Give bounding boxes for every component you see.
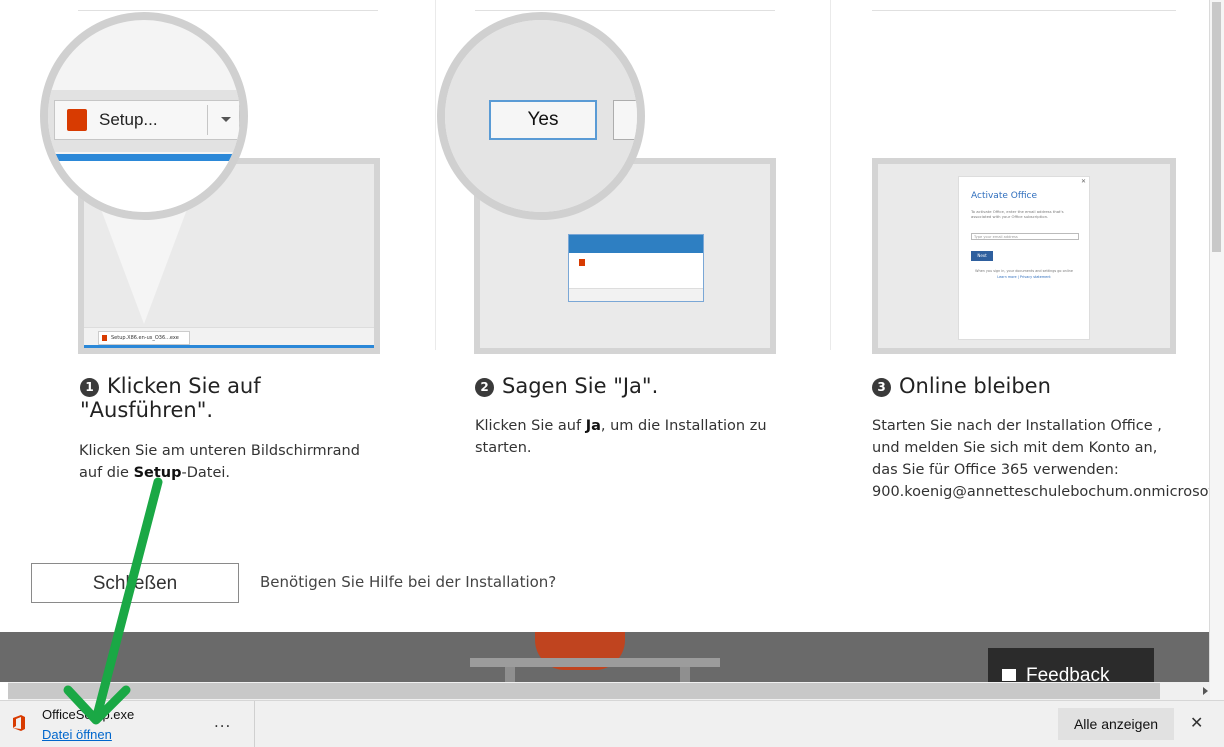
install-dialog: Setup.X86.en-us_O36...exe Setup... 1 Klic… xyxy=(0,0,1211,632)
office-icon xyxy=(13,715,25,731)
illustration-desk xyxy=(470,658,720,667)
illustration-leg xyxy=(505,667,515,682)
download-bar: OfficeSetup.exe Datei öffnen ... Alle an… xyxy=(0,700,1224,747)
zoom-white xyxy=(48,161,240,212)
step-number-badge: 2 xyxy=(475,378,494,397)
step-3-illustration: ✕ Activate Office To activate Office, en… xyxy=(872,158,1176,354)
step-2-title: 2 Sagen Sie "Ja". xyxy=(475,374,658,398)
accent-bar xyxy=(48,154,240,161)
step-title-line: Klicken Sie auf xyxy=(107,374,261,398)
mock-footer: When you sign in, your documents and set… xyxy=(975,269,1073,273)
download-item[interactable]: OfficeSetup.exe Datei öffnen ... xyxy=(0,701,255,747)
bold-text: Ja xyxy=(585,418,601,434)
office-icon xyxy=(67,109,87,131)
uac-dialog-mock xyxy=(568,234,704,302)
mock-title: Activate Office xyxy=(971,191,1038,201)
scrollbar-thumb[interactable] xyxy=(1212,2,1221,252)
show-all-button[interactable]: Alle anzeigen xyxy=(1058,708,1174,740)
bold-text: Setup xyxy=(133,465,182,481)
taskbar-file-label: Setup.X86.en-us_O36...exe xyxy=(111,335,179,341)
close-icon[interactable]: ✕ xyxy=(1190,713,1203,732)
office-icon xyxy=(102,335,107,341)
step-number-badge: 3 xyxy=(872,378,891,397)
mock-email-input: Type your email address xyxy=(971,233,1079,240)
illustration-leg xyxy=(680,667,690,682)
open-file-link[interactable]: Datei öffnen xyxy=(42,727,112,742)
divider xyxy=(78,10,378,11)
mock-links: Learn more | Privacy statement xyxy=(997,275,1051,279)
activate-office-mock: ✕ Activate Office To activate Office, en… xyxy=(958,176,1090,340)
step-title-line: Online bleiben xyxy=(899,374,1051,398)
step-number-badge: 1 xyxy=(80,378,99,397)
divider xyxy=(830,0,831,350)
zoom-circle: Yes xyxy=(437,12,645,220)
divider xyxy=(435,0,436,350)
step-title-line: Sagen Sie "Ja". xyxy=(502,374,659,398)
setup-button-mock: Setup... xyxy=(54,100,240,140)
text-part: Klicken Sie auf xyxy=(475,418,586,434)
text-part: -Datei. xyxy=(181,465,231,481)
uac-footer xyxy=(569,288,703,301)
uac-body xyxy=(579,259,585,266)
mock-description: To activate Office, enter the email addr… xyxy=(971,209,1064,219)
step-1-title-line2: "Ausführen". xyxy=(80,398,214,422)
close-button[interactable]: Schließen xyxy=(31,563,239,603)
vertical-scrollbar[interactable] xyxy=(1209,0,1224,700)
help-link[interactable]: Benötigen Sie Hilfe bei der Installation… xyxy=(260,573,556,591)
step-3-description: Starten Sie nach der Installation Office… xyxy=(872,415,1211,503)
no-button-mock xyxy=(613,100,637,140)
feedback-icon xyxy=(1002,669,1016,681)
step-1-description: Klicken Sie am unteren Bildschirmrand au… xyxy=(79,440,379,484)
horizontal-scrollbar[interactable] xyxy=(8,682,1210,700)
mock-next-button: Next xyxy=(971,251,993,261)
divider xyxy=(475,10,775,11)
text-line: und melden Sie sich mit dem Konto an, xyxy=(872,440,1158,456)
yes-button-mock: Yes xyxy=(489,100,597,140)
step-3-title: 3 Online bleiben xyxy=(872,374,1051,398)
account-email: 900.koenig@annetteschulebochum.onmicroso… xyxy=(872,484,1211,500)
setup-label: Setup... xyxy=(99,110,158,129)
accent-bar xyxy=(84,345,374,348)
text-line: das Sie für Office 365 verwenden: xyxy=(872,462,1119,478)
zoom-circle: Setup... xyxy=(40,12,248,220)
step-1-title: 1 Klicken Sie auf xyxy=(80,374,261,398)
download-chip: Setup.X86.en-us_O36...exe xyxy=(98,331,190,345)
split-divider xyxy=(207,105,208,135)
taskbar-mock: Setup.X86.en-us_O36...exe xyxy=(84,327,374,348)
scroll-right-arrow-icon[interactable] xyxy=(1203,687,1208,695)
text-line: Starten Sie nach der Installation Office… xyxy=(872,418,1162,434)
chevron-down-icon xyxy=(221,117,231,122)
download-filename: OfficeSetup.exe xyxy=(42,707,135,722)
step-2-description: Klicken Sie auf Ja, um die Installation … xyxy=(475,415,785,459)
scrollbar-thumb[interactable] xyxy=(8,683,1160,699)
more-options-button[interactable]: ... xyxy=(214,713,231,731)
uac-header xyxy=(569,235,703,253)
divider xyxy=(872,10,1176,11)
mock-close-icon: ✕ xyxy=(1080,178,1086,185)
